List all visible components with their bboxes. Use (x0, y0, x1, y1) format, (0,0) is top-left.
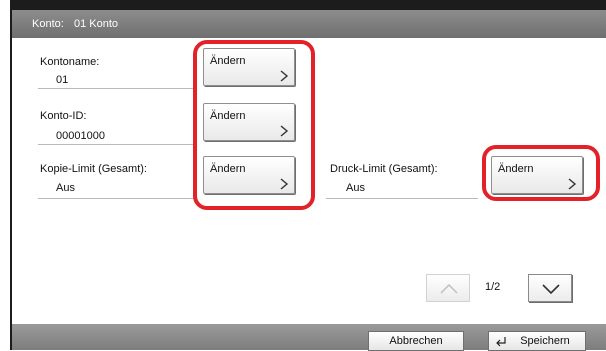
copy-limit-label: Kopie-Limit (Gesamt): (40, 163, 147, 175)
page-indicator: 1/2 (485, 281, 501, 293)
change-copy-limit-button[interactable]: Ändern (203, 156, 295, 194)
window-frame-top (10, 0, 606, 10)
chevron-up-icon (440, 284, 458, 294)
cancel-label: Abbrechen (389, 335, 443, 347)
button-label: Ändern (210, 55, 246, 67)
page-up-button[interactable] (426, 274, 470, 302)
account-id-value: 00001000 (56, 130, 105, 142)
divider (38, 144, 194, 145)
save-button[interactable]: Speichern (488, 331, 586, 351)
account-id-label: Konto-ID: (40, 110, 87, 122)
cancel-button[interactable]: Abbrechen (368, 331, 464, 351)
chevron-down-icon (542, 284, 560, 295)
change-account-name-button[interactable]: Ändern (203, 48, 295, 86)
print-limit-label: Druck-Limit (Gesamt): (330, 163, 438, 175)
divider (38, 88, 194, 89)
button-label: Ändern (498, 163, 534, 175)
page-down-button[interactable] (528, 274, 572, 302)
save-label: Speichern (520, 335, 570, 347)
print-limit-value: Aus (346, 182, 365, 194)
button-label: Ändern (210, 110, 246, 122)
account-name-value: 01 (56, 74, 69, 86)
button-label: Ändern (210, 163, 246, 175)
chevron-right-icon (568, 178, 577, 190)
change-print-limit-button[interactable]: Ändern (491, 156, 583, 194)
title-bar: Konto: 01 Konto (12, 10, 606, 38)
title-value: 01 Konto (74, 18, 119, 30)
enter-arrow-icon (496, 337, 506, 347)
chevron-right-icon (280, 178, 289, 190)
account-name-label: Kontoname: (40, 56, 100, 68)
change-account-id-button[interactable]: Ändern (203, 103, 295, 141)
chevron-right-icon (280, 125, 289, 137)
divider (38, 198, 194, 199)
divider (326, 198, 478, 199)
title-label: Konto: (32, 18, 64, 30)
chevron-right-icon (280, 70, 289, 82)
copy-limit-value: Aus (56, 182, 75, 194)
